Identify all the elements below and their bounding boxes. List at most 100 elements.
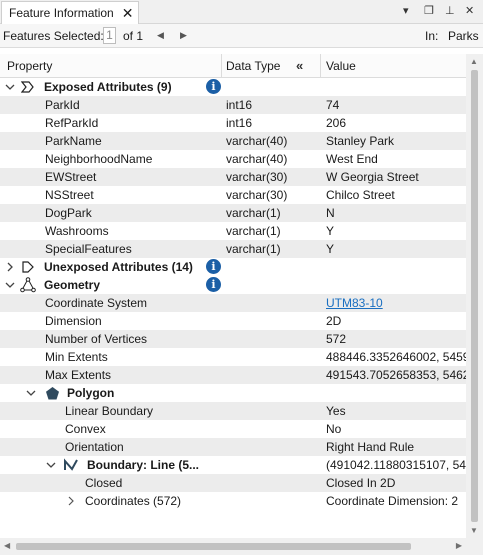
vertical-scroll-thumb[interactable] [471,70,478,522]
features-selected-label: Features Selected: [3,28,104,43]
restore-icon[interactable]: ❐ [424,4,434,17]
geometry-icon [20,277,36,293]
boundary-value: (491042.11880315107, 546 [326,458,466,472]
geometry-property-name: Max Extents [45,368,112,382]
geometry-property-row[interactable]: Max Extents 491543.7052658353, 5462 [0,366,466,384]
tab-feature-information[interactable]: Feature Information ✕ [1,1,139,24]
column-property[interactable]: Property [7,54,52,78]
attribute-row[interactable]: ParkId int16 74 [0,96,466,114]
attribute-value: N [326,206,335,220]
feature-count-label: of 1 [123,28,144,43]
attribute-name: RefParkId [45,116,99,130]
geometry-row[interactable]: Geometry i [0,276,466,294]
collapse-column-icon[interactable]: « [296,54,303,78]
expand-chevron-icon[interactable] [65,492,77,516]
geometry-property-value: 572 [326,332,347,346]
geometry-property-name: Number of Vertices [45,332,148,346]
attribute-row[interactable]: ParkName varchar(40) Stanley Park [0,132,466,150]
panel-close-icon[interactable]: ✕ [465,4,474,17]
column-data-type[interactable]: Data Type [226,54,280,78]
unexposed-attributes-label: Unexposed Attributes (14) [44,260,193,274]
polygon-property-row[interactable]: Orientation Right Hand Rule [0,438,466,456]
geometry-property-name: Coordinate System [45,296,148,310]
column-divider[interactable] [221,54,222,78]
boundary-property-value: Coordinate Dimension: 2 [326,494,459,508]
coordinates-row[interactable]: Coordinates (572) Coordinate Dimension: … [0,492,466,510]
pin-icon[interactable]: ⊥ [445,4,455,17]
geometry-property-row[interactable]: Number of Vertices 572 [0,330,466,348]
attribute-name: NeighborhoodName [45,152,153,166]
tab-label: Feature Information [9,6,114,20]
scrollbar-corner [466,538,483,555]
attribute-type: varchar(30) [226,188,288,202]
unexposed-attributes-row[interactable]: Unexposed Attributes (14) i [0,258,466,276]
attribute-name: Washrooms [45,224,109,238]
selection-toolbar: Features Selected: 1 of 1 ◀ ▶ In: Parks [0,24,483,48]
polygon-property-value: Right Hand Rule [326,440,415,454]
tab-bar: Feature Information ✕ ▾ ❐ ⊥ ✕ [0,0,483,24]
polygon-property-value: Yes [326,404,346,418]
info-icon[interactable]: i [206,259,221,274]
polygon-property-name: Linear Boundary [65,404,154,418]
attribute-type: varchar(40) [226,134,288,148]
polygon-label: Polygon [67,386,115,400]
tab-close-icon[interactable]: ✕ [122,6,134,20]
attribute-type: varchar(1) [226,242,281,256]
feature-index-field[interactable]: 1 [103,27,116,44]
attribute-type: varchar(30) [226,170,288,184]
geometry-property-row[interactable]: Coordinate System UTM83-10 [0,294,466,312]
geometry-property-value: 2D [326,314,342,328]
attribute-row[interactable]: NeighborhoodName varchar(40) West End [0,150,466,168]
info-icon[interactable]: i [206,79,221,94]
geometry-property-name: Dimension [45,314,102,328]
line-icon [63,457,79,473]
scroll-down-icon[interactable]: ▼ [470,526,478,535]
attribute-row[interactable]: DogPark varchar(1) N [0,204,466,222]
exposed-attributes-row[interactable]: Exposed Attributes (9) i [0,78,466,96]
polygon-property-row[interactable]: Linear Boundary Yes [0,402,466,420]
horizontal-scrollbar[interactable]: ◀ ▶ [0,538,466,555]
feature-tree-grid: Exposed Attributes (9) i ParkId int16 74… [0,78,466,538]
geometry-property-row[interactable]: Min Extents 488446.3352646002, 5459 [0,348,466,366]
attribute-value: Stanley Park [326,134,395,148]
polygon-property-value: No [326,422,342,436]
geometry-property-row[interactable]: Dimension 2D [0,312,466,330]
attribute-row[interactable]: EWStreet varchar(30) W Georgia Street [0,168,466,186]
attribute-row[interactable]: NSStreet varchar(30) Chilco Street [0,186,466,204]
boundary-property-name: Coordinates (572) [85,494,182,508]
column-header: Property Data Type « Value [0,54,466,78]
attribute-row[interactable]: Washrooms varchar(1) Y [0,222,466,240]
sigma-icon [20,79,36,95]
previous-feature-icon[interactable]: ◀ [157,30,164,41]
coordinate-system-link[interactable]: UTM83-10 [326,294,466,312]
attribute-name: NSStreet [45,188,94,202]
polygon-property-row[interactable]: Convex No [0,420,466,438]
info-icon[interactable]: i [206,277,221,292]
in-label: In: [425,28,439,43]
column-divider[interactable] [320,54,321,78]
boundary-property-name: Closed [85,476,123,490]
attribute-value: 206 [326,116,347,130]
polygon-icon [44,385,60,401]
polygon-row[interactable]: Polygon [0,384,466,402]
attribute-value: W Georgia Street [326,170,419,184]
scroll-left-icon[interactable]: ◀ [4,541,10,550]
column-value[interactable]: Value [326,54,356,78]
boundary-property-row[interactable]: Closed Closed In 2D [0,474,466,492]
attribute-value: Y [326,242,335,256]
attribute-row[interactable]: SpecialFeatures varchar(1) Y [0,240,466,258]
scroll-up-icon[interactable]: ▲ [470,57,478,66]
vertical-scrollbar[interactable]: ▲ ▼ [466,54,483,538]
scroll-right-icon[interactable]: ▶ [456,541,462,550]
panel-menu-icon[interactable]: ▾ [403,4,409,17]
horizontal-scroll-thumb[interactable] [16,543,411,550]
attribute-name: ParkName [45,134,102,148]
attribute-type: varchar(1) [226,206,281,220]
polygon-property-name: Convex [65,422,106,436]
polygon-property-name: Orientation [65,440,124,454]
next-feature-icon[interactable]: ▶ [180,30,187,41]
geometry-property-name: Min Extents [45,350,108,364]
boundary-row[interactable]: Boundary: Line (5... (491042.11880315107… [0,456,466,474]
attribute-type: varchar(40) [226,152,288,166]
attribute-row[interactable]: RefParkId int16 206 [0,114,466,132]
